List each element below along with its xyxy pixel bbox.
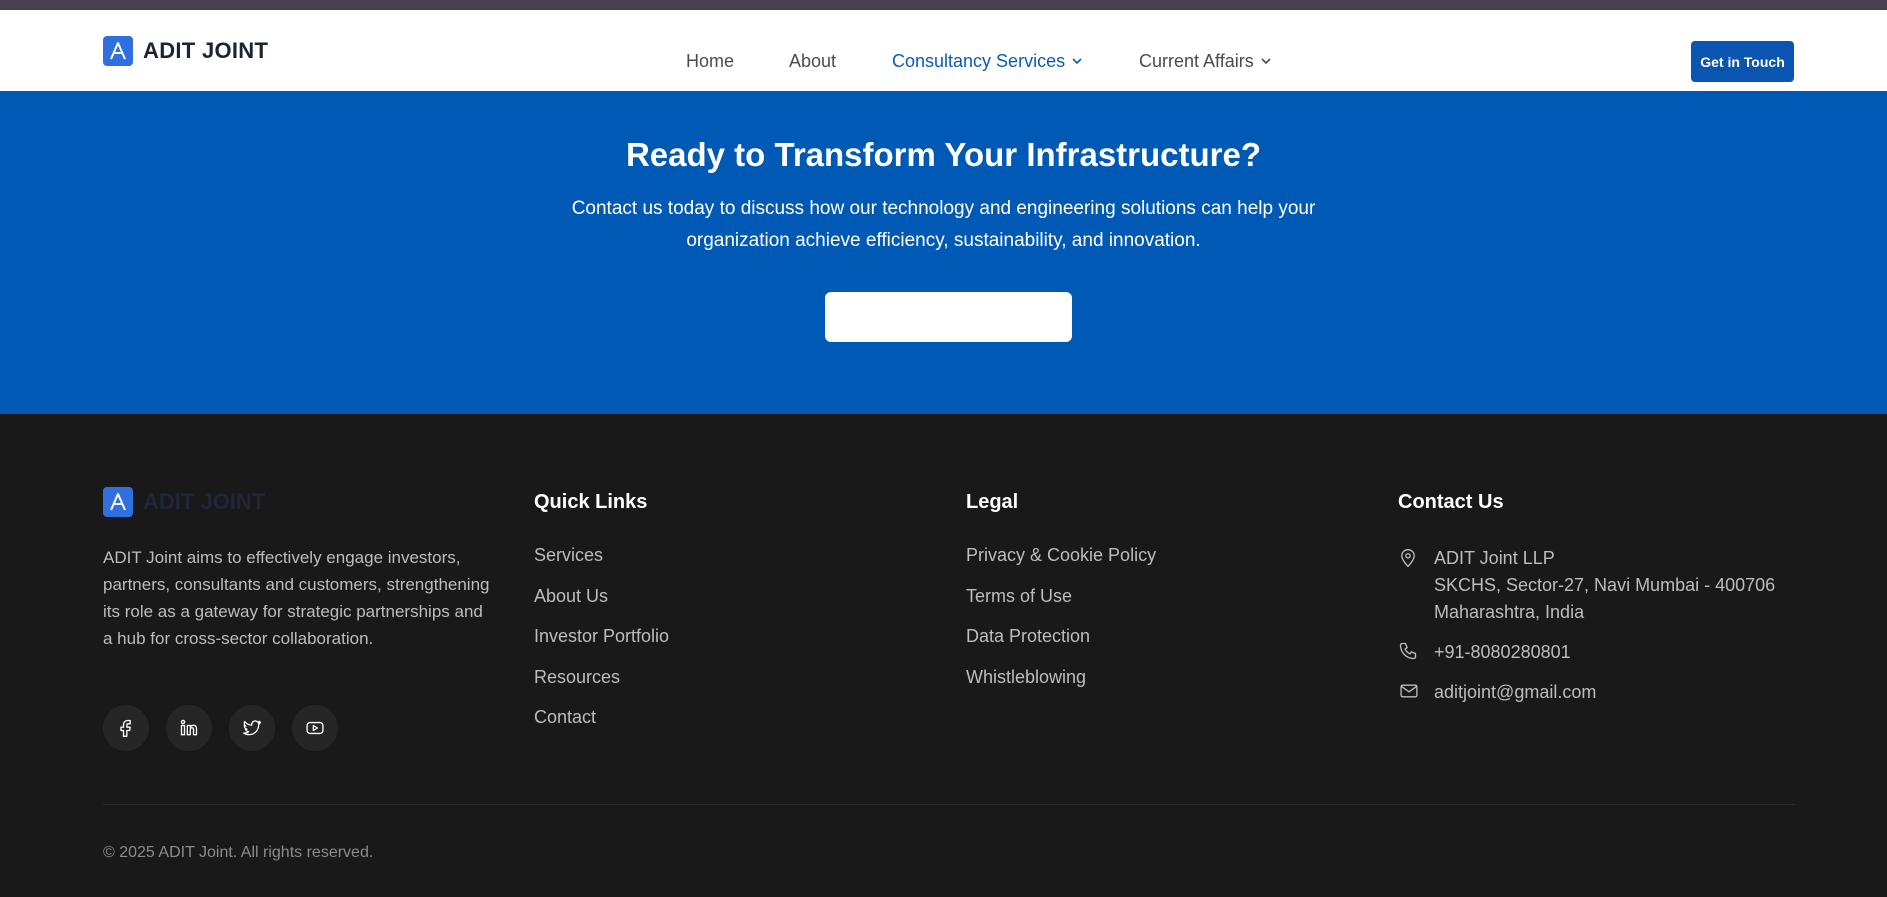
linkedin-icon xyxy=(180,719,198,736)
contact-address-line2: Maharashtra, India xyxy=(1434,602,1585,622)
nav-about[interactable]: About xyxy=(789,51,836,71)
nav-current-affairs[interactable]: Current Affairs xyxy=(1139,51,1272,71)
nav-consultancy-services[interactable]: Consultancy Services xyxy=(892,51,1083,71)
footer-link-investor-portfolio[interactable]: Investor Portfolio xyxy=(534,626,669,667)
nav-home[interactable]: Home xyxy=(686,51,734,71)
contact-address-line1: SKCHS, Sector-27, Navi Mumbai - 400706 xyxy=(1434,575,1776,595)
hero-contact-button[interactable] xyxy=(825,292,1072,342)
footer-brand[interactable]: ADIT JOINT xyxy=(103,487,265,517)
footer: ADIT JOINT ADIT Joint aims to effectivel… xyxy=(0,414,1887,897)
contact-phone: +91-8080280801 xyxy=(1398,639,1571,666)
footer-link-data-protection[interactable]: Data Protection xyxy=(966,626,1156,667)
youtube-link[interactable] xyxy=(292,705,338,751)
get-in-touch-button[interactable]: Get in Touch xyxy=(1691,41,1794,82)
nav-consultancy-label: Consultancy Services xyxy=(892,51,1066,71)
quick-links-list: Services About Us Investor Portfolio Res… xyxy=(534,545,669,748)
footer-link-about-us[interactable]: About Us xyxy=(534,586,669,627)
contact-company: ADIT Joint LLP xyxy=(1434,548,1555,568)
twitter-icon xyxy=(243,720,261,736)
facebook-link[interactable] xyxy=(103,705,149,751)
footer-logo-mark xyxy=(103,487,133,517)
legal-title: Legal xyxy=(966,491,1019,513)
navbar: ADIT JOINT Home About Consultancy Servic… xyxy=(0,10,1887,91)
nav-home-label: Home xyxy=(686,51,735,71)
footer-link-services[interactable]: Services xyxy=(534,545,669,586)
map-pin-icon xyxy=(1398,545,1420,626)
youtube-icon xyxy=(306,721,324,735)
hero-title: Ready to Transform Your Infrastructure? xyxy=(625,136,1262,173)
facebook-icon xyxy=(120,719,131,737)
top-strip xyxy=(0,0,1887,10)
contact-phone-number[interactable]: +91-8080280801 xyxy=(1434,639,1571,666)
chevron-down-icon xyxy=(1260,55,1272,67)
chevron-down-icon xyxy=(1071,55,1083,67)
nav-about-label: About xyxy=(789,51,837,71)
footer-divider xyxy=(103,804,1795,805)
hero-subtitle: Contact us today to discuss how our tech… xyxy=(571,198,1316,251)
quick-links-title: Quick Links xyxy=(534,491,648,513)
footer-link-terms-of-use[interactable]: Terms of Use xyxy=(966,586,1156,627)
linkedin-link[interactable] xyxy=(166,705,212,751)
contact-address: ADIT Joint LLP SKCHS, Sector-27, Navi Mu… xyxy=(1398,545,1775,626)
copyright-text: © 2025 ADIT Joint. All rights reserved. xyxy=(103,844,374,861)
brand-name: ADIT JOINT xyxy=(143,38,269,63)
twitter-link[interactable] xyxy=(229,705,275,751)
footer-brand-name: ADIT JOINT xyxy=(143,489,266,514)
logo-mark xyxy=(103,36,133,66)
phone-icon xyxy=(1398,639,1420,666)
logo-a-icon xyxy=(110,493,126,511)
footer-link-contact[interactable]: Contact xyxy=(534,707,669,748)
footer-link-resources[interactable]: Resources xyxy=(534,667,669,708)
footer-link-whistleblowing[interactable]: Whistleblowing xyxy=(966,667,1156,708)
cta-hero: Ready to Transform Your Infrastructure? … xyxy=(0,91,1887,414)
contact-email: aditjoint@gmail.com xyxy=(1398,679,1596,706)
contact-email-address[interactable]: aditjoint@gmail.com xyxy=(1434,679,1596,706)
footer-about-text: ADIT Joint aims to effectively engage in… xyxy=(103,548,490,648)
contact-us-title: Contact Us xyxy=(1398,491,1504,513)
brand-logo[interactable]: ADIT JOINT xyxy=(103,36,268,66)
legal-links-list: Privacy & Cookie Policy Terms of Use Dat… xyxy=(966,545,1156,707)
logo-a-icon xyxy=(110,42,126,60)
nav-current-affairs-label: Current Affairs xyxy=(1139,51,1254,71)
footer-link-privacy-policy[interactable]: Privacy & Cookie Policy xyxy=(966,545,1156,586)
social-links xyxy=(103,705,355,751)
mail-icon xyxy=(1398,679,1420,706)
